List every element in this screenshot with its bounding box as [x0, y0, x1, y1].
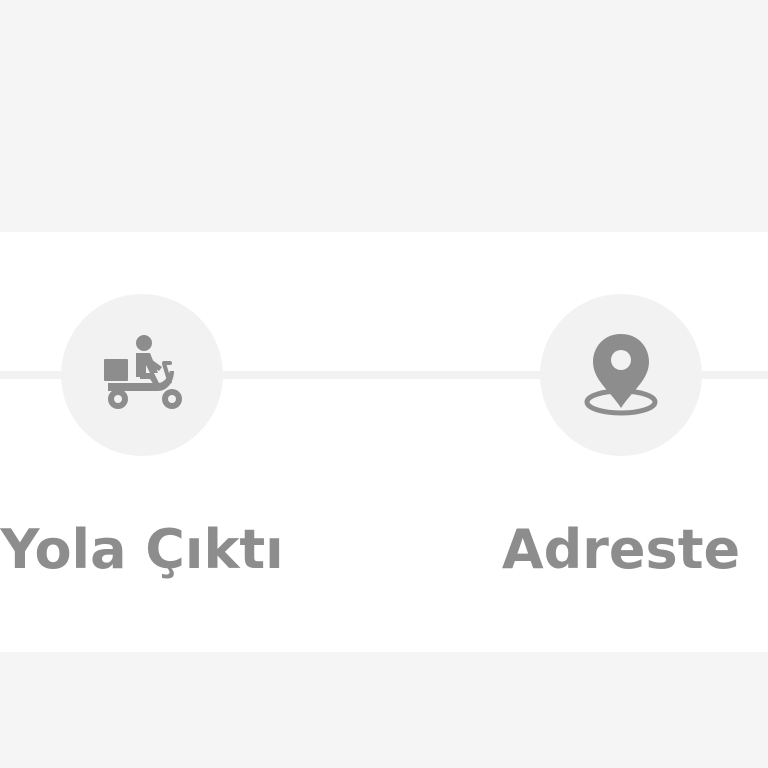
- step-label-on-the-way: Yola Çıktı: [0, 518, 284, 581]
- step-on-the-way: [61, 294, 223, 456]
- scooter-courier-icon: [100, 333, 184, 417]
- step-at-address: [540, 294, 702, 456]
- order-tracking-screen: Yola Çıktı Adreste: [0, 0, 768, 768]
- location-pin-icon: [581, 330, 661, 420]
- step-label-at-address: Adreste: [501, 518, 741, 581]
